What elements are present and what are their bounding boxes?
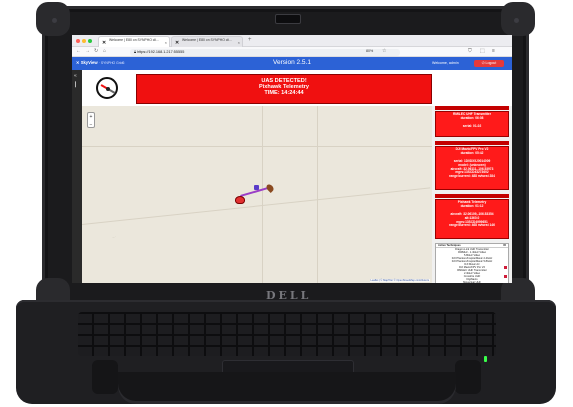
app-logo[interactable]: ✕ SkyView · SYNPHO Grid6 (76, 60, 124, 65)
home-icon[interactable]: ⌂ (103, 48, 106, 54)
map-zoom-control: + − (87, 112, 95, 128)
zoom-level[interactable]: 80% (366, 49, 373, 53)
detection-line: range/current: 488 m/west 284 (449, 174, 495, 179)
technique-label: Mavecleat UHF (463, 281, 481, 283)
power-led (484, 356, 487, 362)
map-road-label: ····· (111, 235, 117, 240)
maximize-window-button[interactable] (88, 39, 92, 43)
drone-marker[interactable] (235, 196, 245, 204)
map-view[interactable]: ····· + − Leaflet | © MapTiler © OpenStr… (82, 106, 432, 283)
zoom-out-button[interactable]: − (88, 121, 94, 129)
address-bar: ← → ↻ ⌂ 🔒︎ https://192.168.1.217:55555 8… (72, 47, 512, 57)
shield-icon[interactable]: ⛉ (468, 48, 472, 54)
techniques-title: Active Techniques (438, 244, 461, 247)
close-window-button[interactable] (76, 39, 80, 43)
browser-tab-bar: ✕ Welcome | E80 on SYNPHO cli... × ✕ Wel… (72, 35, 512, 47)
forward-arrow-icon[interactable]: → (85, 48, 90, 54)
keyboard (78, 312, 496, 356)
app-name: SkyView (80, 60, 98, 65)
active-techniques-list: Active Techniques ID Dragon-Link UHF Tra… (435, 243, 509, 283)
welcome-text: Welcome, admin (432, 61, 459, 65)
webcam-shutter (275, 14, 301, 24)
app-body: « ┃ UAS DETECTED! Pixhawk Telemetry TIME… (72, 70, 512, 283)
brand-logo: DELL (266, 289, 312, 302)
url-text: https://192.168.1.217:55555 (137, 49, 185, 54)
minimize-window-button[interactable] (82, 39, 86, 43)
screw (52, 18, 57, 23)
extensions-icon[interactable]: ⬚ (480, 48, 485, 54)
zoom-in-button[interactable]: + (88, 113, 94, 121)
back-arrow-icon[interactable]: ← (76, 48, 81, 54)
pilot-marker[interactable] (265, 183, 275, 193)
collapse-icon[interactable]: « (74, 73, 77, 79)
hinge-bumper (455, 360, 481, 394)
app-header: ✕ SkyView · SYNPHO Grid6 Version 2.5.1 W… (72, 57, 512, 70)
screw (514, 18, 519, 23)
alert-time: TIME: 14:24:44 (264, 90, 304, 97)
uas-alert-banner: UAS DETECTED! Pixhawk Telemetry TIME: 14… (136, 74, 432, 104)
techniques-id-header: ID (503, 244, 506, 247)
app-version: Version 2.5.1 (273, 59, 311, 66)
logout-label: Logout (485, 61, 497, 65)
close-icon[interactable]: × (165, 40, 167, 45)
sidebar-rail: « ┃ (72, 70, 82, 283)
url-field[interactable]: 🔒︎ https://192.168.1.217:55555 (130, 48, 400, 56)
hinge-bumper (92, 360, 118, 394)
app-subtitle: · SYNPHO Grid6 (98, 61, 125, 65)
detection-panel: RMILEC UHF Transmitter duration: 06:08 se… (432, 106, 512, 283)
menu-icon[interactable]: ≡ (492, 48, 495, 54)
new-tab-icon[interactable]: + (248, 37, 252, 43)
carry-handle (118, 372, 456, 404)
laptop-screen: ✕ Welcome | E80 on SYNPHO cli... × ✕ Wel… (72, 35, 512, 283)
laptop-photo: DELL ✕ Welcome | E80 on SYNPHO cli... × … (0, 0, 573, 407)
detection-card[interactable]: DJI Mavic/FPV Pro V2 duration: 05:42 seri… (435, 146, 509, 190)
reload-icon[interactable]: ↻ (94, 48, 98, 54)
close-icon[interactable]: × (238, 40, 240, 45)
x-logo-icon: ✕ (175, 40, 180, 46)
bookmark-star-icon[interactable]: ☆ (382, 48, 386, 54)
top-right-blank (436, 72, 512, 106)
x-logo-icon: ✕ (102, 40, 107, 46)
detection-line: range/current: 468 m/west 146 (449, 223, 495, 228)
techniques-rows: Dragon-Link UHF Transmitter 930MHz - 1.4G… (436, 248, 508, 283)
tab-label: Welcome | E80 on SYNPHO cli... (182, 38, 232, 42)
detection-line: serial: 01-02 (462, 123, 482, 128)
logout-button[interactable]: ⏻ Logout (474, 60, 504, 67)
map-attribution[interactable]: Leaflet | © MapTiler © OpenStreetMap con… (369, 279, 430, 282)
home-point-marker[interactable] (254, 185, 259, 190)
menu-vertical-icon[interactable]: ┃ (74, 82, 77, 88)
status-row: UAS DETECTED! Pixhawk Telemetry TIME: 14… (82, 70, 512, 106)
tab-label: Welcome | E80 on SYNPHO cli... (109, 38, 159, 42)
technique-row[interactable]: Mavecleat UHF (436, 281, 508, 283)
compass-icon (96, 77, 118, 99)
detection-card[interactable]: Pixhawk Telemetry duration: 01:12 aircraf… (435, 199, 509, 239)
detection-card[interactable]: RMILEC UHF Transmitter duration: 06:08 se… (435, 111, 509, 137)
browser-tab[interactable]: ✕ Welcome | E80 on SYNPHO cli... × (171, 36, 243, 47)
browser-tab[interactable]: ✕ Welcome | E80 on SYNPHO cli... × (98, 36, 170, 47)
